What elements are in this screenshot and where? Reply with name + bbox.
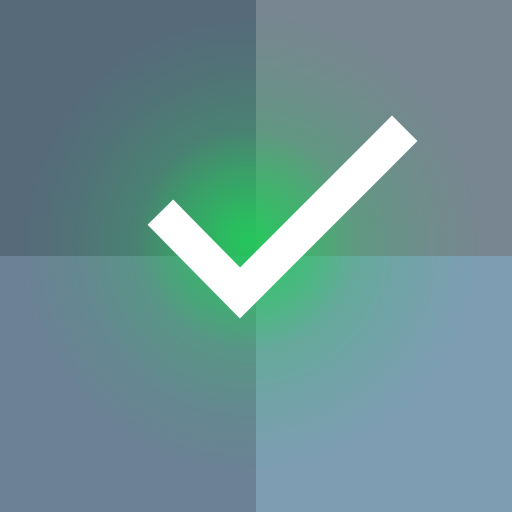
checkmark-icon [147,115,418,319]
checkmark-tile [0,0,512,512]
checkmark-stroke [147,115,418,319]
